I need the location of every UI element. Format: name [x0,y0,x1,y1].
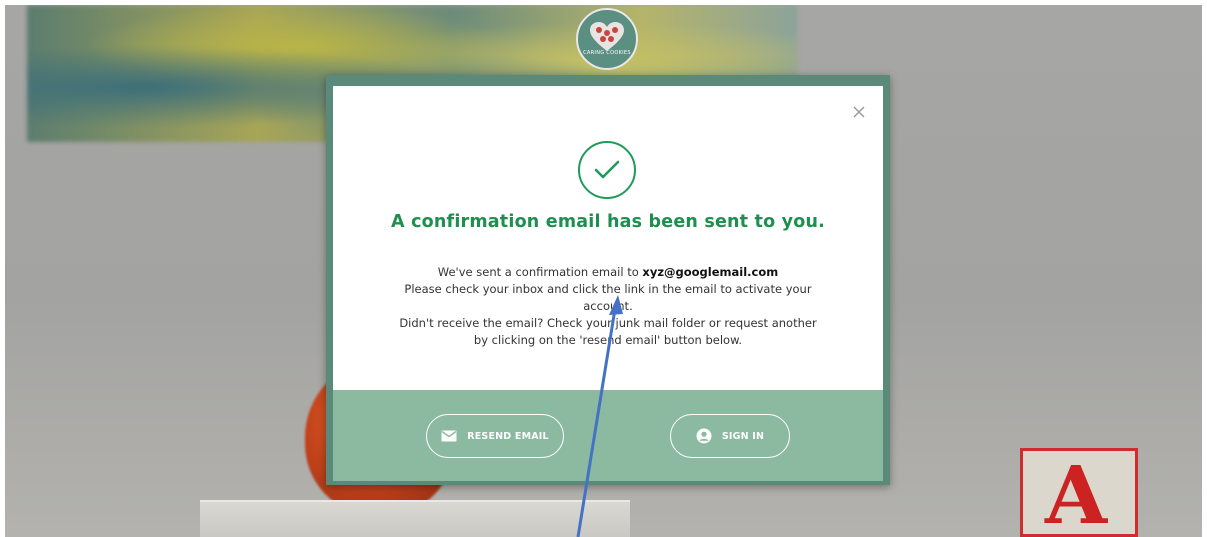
heart-logo-icon [590,22,624,51]
checkmark-icon [594,160,620,179]
annotation-arrow-head [609,295,623,315]
close-icon[interactable] [851,104,867,120]
logo-text: CARING COOKIES [583,50,631,56]
annotation-arrow-line [576,308,617,537]
modal-title: A confirmation email has been sent to yo… [391,212,825,232]
user-circle-icon [696,428,712,444]
page: A CARING COOKIES A confirmation email ha [0,0,1207,537]
resend-email-button[interactable]: RESEND EMAIL [426,414,564,458]
mail-icon [441,430,457,442]
message-prefix: We've sent a confirmation email to [437,265,643,279]
background-block-letter: A [1045,448,1108,537]
sign-in-button[interactable]: SIGN IN [670,414,790,458]
message-line-1: We've sent a confirmation email to xyz@g… [393,264,823,281]
sign-in-label: SIGN IN [721,430,765,442]
check-circle-icon [578,141,636,199]
resend-email-label: RESEND EMAIL [467,430,549,442]
recipient-email: xyz@googlemail.com [642,265,779,279]
annotation-arrow [576,295,623,537]
site-logo[interactable]: CARING COOKIES [576,8,638,70]
